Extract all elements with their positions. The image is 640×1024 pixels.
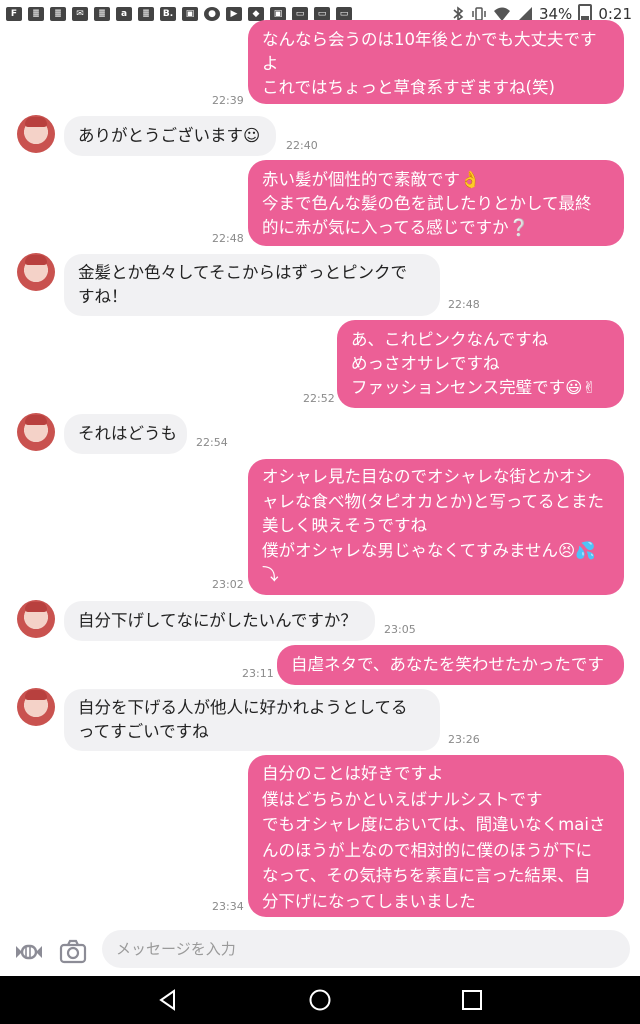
message-time: 22:54 [196, 436, 228, 449]
outgoing-message-bubble[interactable]: オシャレ見た目なのでオシャレな街とかオシ ャレな食べ物(タピオカとか)と写ってる… [248, 459, 624, 595]
notification-icon: ≣ [94, 7, 110, 21]
message-time: 22:39 [212, 94, 244, 107]
message-time: 22:52 [303, 392, 335, 405]
camera-icon[interactable] [58, 936, 88, 966]
notification-icon: ▭ [292, 7, 308, 21]
notification-icon: a [116, 7, 132, 21]
home-circle-icon[interactable] [308, 988, 332, 1012]
notification-icon: B. [160, 7, 176, 21]
message-text: なんなら会うのは10年後とかでも大丈夫です よ これではちょっと草食系すぎますね… [262, 30, 597, 97]
notification-icon: F [6, 7, 22, 21]
outgoing-message-bubble[interactable]: 自分のことは好きですよ 僕はどちらかといえばナルシストです でもオシャレ度におい… [248, 755, 624, 917]
message-text: 自虐ネタで、あなたを笑わせたかったです [291, 655, 604, 674]
notification-icon: ◆ [248, 7, 264, 21]
message-text: オシャレ見た目なのでオシャレな街とかオシ ャレな食べ物(タピオカとか)と写ってる… [262, 467, 605, 584]
outgoing-message-bubble[interactable]: 自虐ネタで、あなたを笑わせたかったです [277, 645, 624, 685]
message-text: 自分下げしてなにがしたいんですか？ [78, 611, 357, 630]
avatar[interactable] [17, 115, 55, 153]
message-text: 赤い髪が個性的で素敵です👌 今まで色んな髪の色を試したりとかして最終 的に赤が気… [262, 170, 592, 237]
message-time: 23:34 [212, 900, 244, 913]
message-input[interactable]: メッセージを入力 [102, 930, 630, 968]
incoming-message-bubble[interactable]: ありがとうございます☺ [64, 116, 276, 156]
message-time: 23:05 [384, 623, 416, 636]
message-time: 22:40 [286, 139, 318, 152]
message-text: あ、これピンクなんですね めっさオサレですね ファッションセンス完璧です😃✌ [351, 330, 597, 397]
message-time: 22:48 [448, 298, 480, 311]
message-input-bar: メッセージを入力 [0, 928, 640, 976]
message-time: 23:11 [242, 667, 274, 680]
message-time: 22:48 [212, 232, 244, 245]
message-text: ありがとうございます☺ [78, 126, 261, 145]
outgoing-message-bubble[interactable]: なんなら会うのは10年後とかでも大丈夫です よ これではちょっと草食系すぎますね… [248, 20, 624, 104]
notification-icon: ▣ [270, 7, 286, 21]
recents-square-icon[interactable] [460, 988, 484, 1012]
message-text: 金髪とか色々してそこからはずっとピンクで すね！ [78, 263, 408, 306]
notification-icon: ▶ [226, 7, 242, 21]
message-text: 自分を下げる人が他人に好かれようとしてる ってすごいですね [78, 698, 408, 741]
notification-icon: ✉ [72, 7, 88, 21]
outgoing-message-bubble[interactable]: 赤い髪が個性的で素敵です👌 今まで色んな髪の色を試したりとかして最終 的に赤が気… [248, 160, 624, 246]
notification-icon: ● [204, 7, 220, 21]
message-time: 23:26 [448, 733, 480, 746]
notification-icon: ▭ [314, 7, 330, 21]
notification-icon: ≣ [28, 7, 44, 21]
notification-icon: ▣ [182, 7, 198, 21]
incoming-message-bubble[interactable]: 自分を下げる人が他人に好かれようとしてる ってすごいですね [64, 689, 440, 751]
notification-icon: ▭ [336, 7, 352, 21]
outgoing-message-bubble[interactable]: あ、これピンクなんですね めっさオサレですね ファッションセンス完璧です😃✌ [337, 320, 624, 408]
notification-icon: ≣ [50, 7, 66, 21]
avatar[interactable] [17, 600, 55, 638]
notification-icons: F ≣ ≣ ✉ ≣ a ≣ B. ▣ ● ▶ ◆ ▣ ▭ ▭ ▭ [0, 7, 352, 21]
back-triangle-icon[interactable] [156, 988, 180, 1012]
incoming-message-bubble[interactable]: 自分下げしてなにがしたいんですか？ [64, 601, 375, 641]
avatar[interactable] [17, 688, 55, 726]
notification-icon: ≣ [138, 7, 154, 21]
candy-icon[interactable] [14, 938, 44, 966]
message-text: それはどうも [78, 424, 177, 443]
avatar[interactable] [17, 253, 55, 291]
message-time: 23:02 [212, 578, 244, 591]
incoming-message-bubble[interactable]: 金髪とか色々してそこからはずっとピンクで すね！ [64, 254, 440, 316]
avatar[interactable] [17, 413, 55, 451]
incoming-message-bubble[interactable]: それはどうも [64, 414, 187, 454]
navigation-bar [0, 976, 640, 1024]
chat-history[interactable]: なんなら会うのは10年後とかでも大丈夫です よ これではちょっと草食系すぎますね… [0, 20, 640, 928]
message-text: 自分のことは好きですよ 僕はどちらかといえばナルシストです でもオシャレ度におい… [262, 764, 606, 911]
